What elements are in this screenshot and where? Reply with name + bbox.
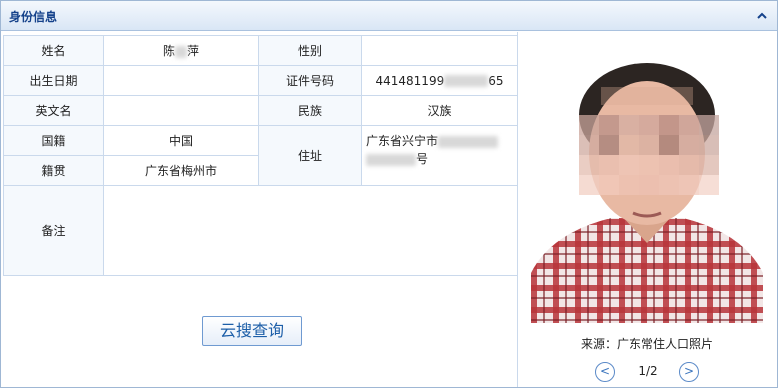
id-value-prefix: 441481199 bbox=[375, 73, 445, 88]
redacted-block bbox=[438, 135, 499, 148]
address-value: 广东省兴宁市 号 bbox=[361, 125, 518, 186]
english-name-value bbox=[103, 95, 259, 126]
nationality-label: 国籍 bbox=[3, 125, 104, 156]
id-label: 证件号码 bbox=[258, 65, 362, 96]
prev-page-button[interactable]: < bbox=[595, 362, 615, 382]
gender-label: 性别 bbox=[258, 35, 362, 66]
ethnic-label: 民族 bbox=[258, 95, 362, 126]
table-row: 姓名 陈萍 性别 bbox=[3, 35, 518, 66]
redacted-block bbox=[444, 75, 489, 87]
birth-label: 出生日期 bbox=[3, 65, 104, 96]
redacted-block bbox=[366, 153, 416, 166]
divider bbox=[3, 275, 517, 276]
next-page-button[interactable]: > bbox=[679, 362, 699, 382]
native-place-label: 籍贯 bbox=[3, 155, 104, 186]
remark-value bbox=[103, 185, 518, 276]
photo-source: 来源：广东常住人口照片 bbox=[580, 337, 713, 351]
redacted-block bbox=[175, 45, 187, 58]
photo-pager: < 1/2 > bbox=[595, 361, 701, 383]
english-name-label: 英文名 bbox=[3, 95, 104, 126]
cloud-search-button[interactable]: 云搜查询 bbox=[202, 316, 302, 346]
address-label: 住址 bbox=[258, 125, 362, 186]
panel-header: 身份信息 bbox=[1, 1, 777, 31]
nationality-value: 中国 bbox=[103, 125, 259, 156]
remark-label: 备注 bbox=[3, 185, 104, 276]
address-line1: 广东省兴宁市 bbox=[366, 134, 439, 148]
table-row: 国籍 中国 住址 广东省兴宁市 号 bbox=[3, 125, 518, 186]
ethnic-value: 汉族 bbox=[361, 95, 518, 126]
gender-value bbox=[361, 35, 518, 66]
table-row: 英文名 民族 汉族 bbox=[3, 95, 518, 126]
table-row: 出生日期 证件号码 441481199 65 bbox=[3, 65, 518, 96]
divider bbox=[517, 32, 518, 387]
face-mosaic bbox=[579, 115, 719, 195]
id-value-suffix: 65 bbox=[488, 73, 504, 88]
name-value: 陈萍 bbox=[103, 35, 259, 66]
table-row: 备注 bbox=[3, 185, 518, 276]
panel-title: 身份信息 bbox=[9, 10, 58, 24]
page-indicator: 1/2 bbox=[638, 364, 658, 378]
id-photo bbox=[531, 43, 763, 323]
collapse-icon[interactable] bbox=[755, 9, 769, 23]
birth-value bbox=[103, 65, 259, 96]
identity-table: 姓名 陈萍 性别 出生日期 证件号码 441481199 65 英文名 民族 汉族… bbox=[3, 35, 518, 276]
name-value-text: 陈 bbox=[162, 44, 175, 58]
native-place-value: 广东省梅州市 bbox=[103, 155, 259, 186]
name-value-tail: 萍 bbox=[187, 44, 200, 58]
identity-panel: 身份信息 姓名 陈萍 性别 出生日期 证件号码 441481199 65 英文名 bbox=[0, 0, 778, 388]
id-value: 441481199 65 bbox=[361, 65, 518, 96]
name-label: 姓名 bbox=[3, 35, 104, 66]
address-line2-suffix: 号 bbox=[416, 152, 429, 166]
